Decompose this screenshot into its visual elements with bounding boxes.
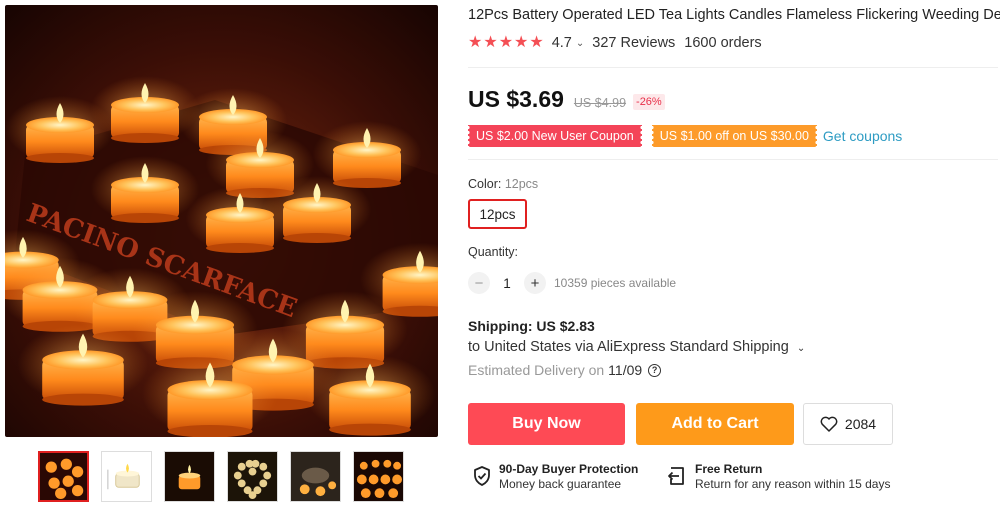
thumbnail-1[interactable]: [38, 451, 89, 502]
coupon-row: US $2.00 New User Coupon US $1.00 off on…: [468, 125, 902, 147]
buy-now-button[interactable]: Buy Now: [468, 403, 625, 445]
star-icon: ★: [468, 34, 483, 51]
buyer-protection-subtitle: Money back guarantee: [499, 477, 622, 491]
color-selected-value: 12pcs: [504, 177, 539, 191]
thumbnail-2[interactable]: [101, 451, 152, 502]
estimated-delivery: Estimated Delivery on 11/09 ?: [468, 362, 662, 378]
wishlist-count: 2084: [844, 416, 877, 432]
star-icon: ★: [498, 34, 514, 51]
buyer-protection: 90-Day Buyer Protection Money back guara…: [473, 462, 638, 492]
shield-check-icon: [474, 466, 490, 486]
current-price: US $3.69: [468, 86, 564, 112]
shipping-destination-text: to United States via AliExpress Standard…: [468, 339, 789, 355]
divider: [468, 159, 998, 160]
color-label-text: Color:: [468, 177, 505, 191]
chevron-down-icon[interactable]: ⌄: [576, 38, 584, 49]
thumbnail-3[interactable]: [164, 451, 215, 502]
wishlist-button[interactable]: 2084: [803, 403, 893, 445]
add-to-cart-button[interactable]: Add to Cart: [636, 403, 794, 445]
quantity-label: Quantity:: [468, 245, 519, 259]
chevron-down-icon: ⌄: [796, 343, 806, 354]
original-price: US $4.99: [573, 96, 627, 110]
orders-count: 1600 orders: [684, 35, 762, 51]
thumbnail-5[interactable]: [290, 451, 341, 502]
product-title: 12Pcs Battery Operated LED Tea Lights Ca…: [468, 7, 1000, 23]
star-icon: ★: [483, 34, 498, 51]
delivery-date: 11/09: [608, 362, 643, 378]
free-return-subtitle: Return for any reason within 15 days: [695, 477, 891, 491]
star-icon: ★: [529, 34, 544, 51]
reviews-link[interactable]: 327 Reviews: [592, 35, 675, 51]
heart-icon: [820, 416, 838, 432]
quantity-plus-button[interactable]: +: [524, 272, 546, 294]
quantity-minus-button[interactable]: −: [468, 272, 490, 294]
shipping-destination[interactable]: to United States via AliExpress Standard…: [468, 339, 805, 355]
quantity-available: 10359 pieces available: [554, 276, 677, 290]
sku-option-12pcs[interactable]: 12pcs: [468, 199, 527, 229]
free-return-title: Free Return: [695, 462, 763, 476]
delivery-label: Estimated Delivery on: [468, 362, 605, 378]
thumbnail-6[interactable]: [353, 451, 404, 502]
shipping-cost: Shipping: US $2.83: [468, 318, 595, 334]
thumbnail-4[interactable]: [227, 451, 278, 502]
rating-stars[interactable]: ★ ★ ★ ★ ★: [468, 35, 544, 51]
return-arrow-icon: [668, 467, 684, 485]
rating-score[interactable]: 4.7: [552, 35, 572, 51]
rating-row: ★ ★ ★ ★ ★ 4.7 ⌄ 327 Reviews 1600 orders: [468, 35, 762, 52]
new-user-coupon[interactable]: US $2.00 New User Coupon: [468, 125, 642, 147]
quantity-input[interactable]: 1: [490, 276, 524, 291]
discount-badge: -26%: [633, 94, 665, 110]
buyer-protection-title: 90-Day Buyer Protection: [499, 462, 639, 476]
thumbnail-strip: [38, 451, 404, 502]
main-product-image[interactable]: PACINO SCARFACE: [5, 5, 438, 437]
price-row: US $3.69 US $4.99 -26%: [468, 86, 665, 113]
star-icon: ★: [514, 34, 529, 51]
divider: [468, 67, 998, 68]
free-return: Free Return Return for any reason within…: [667, 462, 890, 492]
help-icon[interactable]: ?: [648, 363, 662, 377]
store-coupon[interactable]: US $1.00 off on US $30.00: [651, 125, 817, 147]
color-label: Color: 12pcs: [468, 177, 538, 191]
quantity-stepper: − 1 + 10359 pieces available: [468, 272, 676, 294]
get-coupons-link[interactable]: Get coupons: [823, 128, 902, 144]
